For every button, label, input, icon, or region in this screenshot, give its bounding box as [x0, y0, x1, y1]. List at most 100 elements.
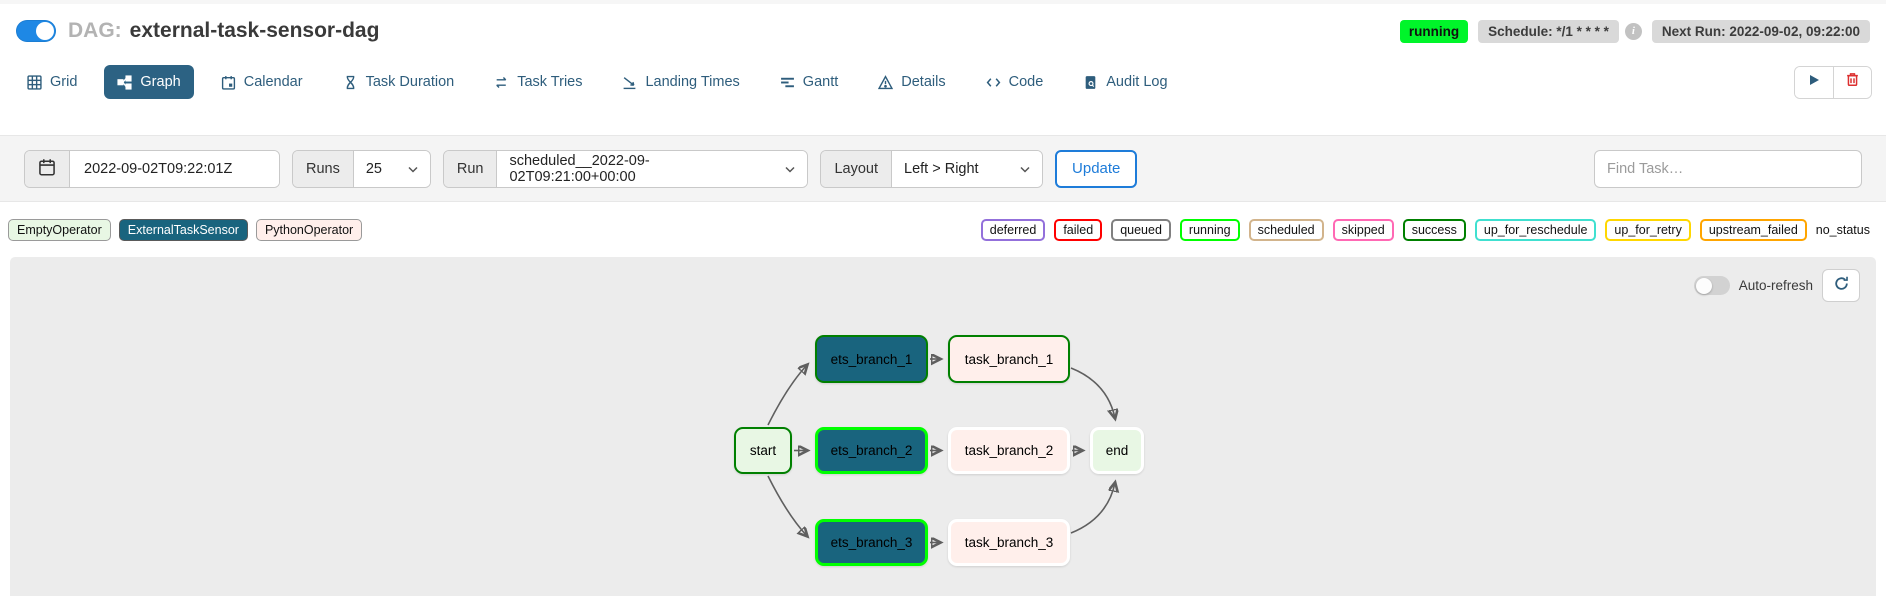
tab-graph[interactable]: Graph	[104, 65, 193, 99]
run-select-value: scheduled__2022-09-02T09:21:00+00:00	[509, 153, 773, 185]
run-select[interactable]: scheduled__2022-09-02T09:21:00+00:00	[497, 151, 807, 187]
gantt-icon	[780, 75, 795, 90]
legend-status-skipped[interactable]: skipped	[1333, 219, 1394, 241]
edge-start-ets1	[768, 365, 807, 425]
num-runs-group: Runs 25	[292, 150, 431, 188]
repeat-icon	[494, 75, 509, 90]
tab-label: Details	[901, 74, 945, 90]
refresh-icon	[1833, 275, 1850, 297]
legend-status-scheduled[interactable]: scheduled	[1249, 219, 1324, 241]
trash-icon	[1845, 72, 1860, 92]
base-date-input[interactable]	[82, 160, 267, 178]
dag-action-buttons	[1794, 66, 1872, 99]
tab-task-duration[interactable]: Task Duration	[330, 65, 468, 99]
tab-grid[interactable]: Grid	[14, 65, 90, 99]
tab-gantt[interactable]: Gantt	[767, 65, 851, 99]
details-icon	[878, 75, 893, 90]
window-top-strip	[0, 0, 1886, 4]
runs-label: Runs	[293, 151, 354, 187]
tab-details[interactable]: Details	[865, 65, 958, 99]
task-node-task-branch-2[interactable]: task_branch_2	[948, 427, 1070, 474]
dag-header: DAG: external-task-sensor-dag running Sc…	[0, 10, 1886, 52]
edge-task3-end	[1071, 483, 1115, 533]
edge-start-ets3	[768, 476, 807, 536]
task-node-task-branch-3[interactable]: task_branch_3	[948, 519, 1070, 566]
next-run-badge: Next Run: 2022-09-02, 09:22:00	[1652, 20, 1870, 43]
grid-icon	[27, 75, 42, 90]
legend-status-upstream-failed[interactable]: upstream_failed	[1700, 219, 1807, 241]
tab-calendar[interactable]: Calendar	[208, 65, 316, 99]
runs-select-value: 25	[366, 161, 382, 177]
toggle-knob	[1696, 278, 1712, 294]
trigger-dag-button[interactable]	[1795, 67, 1833, 98]
tab-label: Graph	[140, 74, 180, 90]
toggle-knob	[36, 22, 54, 40]
task-node-ets-branch-2[interactable]: ets_branch_2	[815, 427, 928, 474]
calendar-button[interactable]	[25, 151, 70, 187]
dag-graph-panel: start ets_branch_1 task_branch_1 ets_bra…	[10, 257, 1876, 596]
tab-label: Grid	[50, 74, 77, 90]
legend-status-success[interactable]: success	[1403, 219, 1466, 241]
legend-empty-operator[interactable]: EmptyOperator	[8, 219, 111, 241]
dag-state-badge: running	[1400, 20, 1468, 43]
schedule-badge: Schedule: */1 * * * *	[1478, 20, 1619, 43]
auto-refresh-label: Auto-refresh	[1739, 278, 1813, 293]
task-node-start[interactable]: start	[734, 427, 792, 474]
tab-label: Calendar	[244, 74, 303, 90]
tab-label: Task Tries	[517, 74, 582, 90]
auto-refresh-toggle[interactable]	[1694, 276, 1730, 295]
layout-label: Layout	[821, 151, 892, 187]
edge-task1-end	[1071, 368, 1115, 418]
layout-select-value: Left > Right	[904, 161, 979, 177]
tab-label: Task Duration	[366, 74, 455, 90]
tab-label: Code	[1009, 74, 1044, 90]
view-tabs-row: Grid Graph Calendar Task Duration Task T…	[14, 62, 1872, 102]
legend-python-operator[interactable]: PythonOperator	[256, 219, 362, 241]
legend-status-up-for-retry[interactable]: up_for_retry	[1605, 219, 1690, 241]
delete-dag-button[interactable]	[1833, 67, 1871, 98]
task-node-end[interactable]: end	[1090, 427, 1144, 474]
calendar-icon	[221, 75, 236, 90]
task-node-ets-branch-3[interactable]: ets_branch_3	[815, 519, 928, 566]
update-button[interactable]: Update	[1055, 150, 1137, 188]
find-task-wrap	[1594, 150, 1862, 188]
play-icon	[1807, 73, 1821, 92]
layout-select[interactable]: Left > Right	[892, 151, 1042, 187]
task-node-task-branch-1[interactable]: task_branch_1	[948, 335, 1070, 383]
run-label: Run	[444, 151, 498, 187]
info-icon[interactable]: i	[1625, 23, 1642, 40]
chevron-down-icon	[1020, 161, 1030, 177]
filter-bar: Runs 25 Run scheduled__2022-09-02T09:21:…	[0, 135, 1886, 202]
code-icon	[986, 75, 1001, 90]
tab-code[interactable]: Code	[973, 65, 1057, 99]
dag-prefix-label: DAG:	[68, 19, 122, 43]
legend-status-up-for-reschedule[interactable]: up_for_reschedule	[1475, 219, 1597, 241]
graph-icon	[117, 75, 132, 90]
dag-edges	[10, 257, 1876, 596]
legend-external-task-sensor[interactable]: ExternalTaskSensor	[119, 219, 248, 241]
operator-legend: EmptyOperator ExternalTaskSensor PythonO…	[8, 219, 362, 241]
dag-title: external-task-sensor-dag	[130, 19, 380, 43]
legend-status-queued[interactable]: queued	[1111, 219, 1171, 241]
legend-status-no-status[interactable]: no_status	[1816, 223, 1870, 237]
dag-pause-toggle[interactable]	[16, 20, 56, 42]
audit-icon	[1083, 75, 1098, 90]
task-node-ets-branch-1[interactable]: ets_branch_1	[815, 335, 928, 383]
base-date-group	[24, 150, 280, 188]
tab-landing-times[interactable]: Landing Times	[609, 65, 752, 99]
tab-audit-log[interactable]: Audit Log	[1070, 65, 1180, 99]
layout-group: Layout Left > Right	[820, 150, 1043, 188]
runs-select[interactable]: 25	[354, 151, 430, 187]
hourglass-icon	[343, 75, 358, 90]
tab-task-tries[interactable]: Task Tries	[481, 65, 595, 99]
tab-label: Audit Log	[1106, 74, 1167, 90]
legend-status-deferred[interactable]: deferred	[981, 219, 1046, 241]
dag-run-group: Run scheduled__2022-09-02T09:21:00+00:00	[443, 150, 809, 188]
find-task-input[interactable]	[1594, 150, 1862, 188]
tab-label: Landing Times	[645, 74, 739, 90]
legend-status-failed[interactable]: failed	[1054, 219, 1102, 241]
chevron-down-icon	[408, 161, 418, 177]
legend-status-running[interactable]: running	[1180, 219, 1240, 241]
status-legend: deferred failed queued running scheduled…	[981, 219, 1870, 241]
refresh-button[interactable]	[1822, 269, 1860, 302]
